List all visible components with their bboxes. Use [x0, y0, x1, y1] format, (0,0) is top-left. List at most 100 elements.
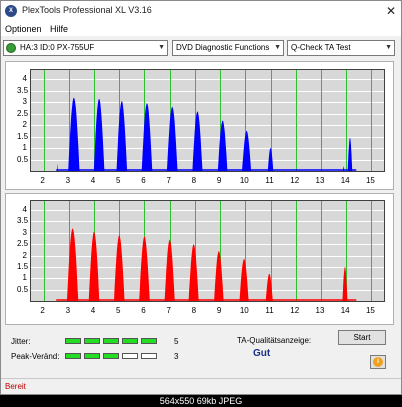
menu-hilfe[interactable]: Hilfe: [50, 24, 68, 34]
x-tick-label: 9: [216, 306, 222, 315]
status-text: Bereit: [5, 382, 26, 391]
image-caption: 564x550 69kb JPEG: [0, 395, 402, 407]
x-tick-label: 13: [315, 306, 325, 315]
y-tick-label: 3.5: [17, 216, 29, 226]
y-tick-label: 4: [22, 205, 27, 215]
quality-label: TA-Qualitätsanzeige:: [237, 336, 312, 345]
application-window: X PlexTools Professional XL V3.16 ✕ Opti…: [0, 0, 402, 395]
jitter-label: Jitter:: [11, 337, 31, 346]
x-tick-label: 3: [65, 176, 71, 185]
y-tick-label: 0.5: [17, 154, 29, 164]
meter-segment: [84, 338, 100, 344]
meter-segment: [122, 338, 138, 344]
x-tick-label: 6: [141, 176, 146, 185]
meter-segment: [122, 353, 138, 359]
bar-group: [214, 251, 224, 301]
toolbar: HA:3 ID:0 PX-755UF ▼ DVD Diagnostic Func…: [1, 37, 401, 59]
drive-icon: [6, 43, 16, 53]
x-tick-label: 10: [239, 306, 249, 315]
x-tick-label: 9: [216, 176, 222, 185]
x-tick-label: 15: [365, 306, 375, 315]
meter-segment: [103, 338, 119, 344]
lower-chart-panel: 0.5 1 1.5 2 2.5 3 3.5 4 2 3 4 5 6 7 8 9 10 11 12 13 14 15: [5, 193, 394, 325]
jitter-value: 5: [174, 337, 179, 346]
y-tick-label: 3: [22, 227, 27, 237]
meter-segment: [65, 353, 81, 359]
bar-group: [217, 120, 228, 171]
start-button[interactable]: Start: [338, 330, 386, 345]
meter-segment: [65, 338, 81, 344]
bar-group: [265, 273, 273, 301]
bar-group: [242, 130, 252, 171]
bar-group: [93, 98, 105, 171]
chart-series: [56, 97, 357, 171]
bar-group: [139, 236, 150, 301]
status-bar: Bereit: [1, 378, 401, 394]
app-icon: X: [5, 5, 17, 17]
chevron-down-icon: ▼: [158, 44, 165, 51]
bar-group: [114, 235, 125, 301]
function-select-value: DVD Diagnostic Functions: [176, 43, 270, 52]
bar-group: [66, 228, 79, 301]
chevron-down-icon: ▼: [385, 44, 392, 51]
bar-group: [88, 231, 100, 301]
bar-group: [192, 111, 203, 171]
bar-group: [68, 97, 80, 171]
x-tick-label: 8: [191, 176, 197, 185]
y-tick-label: 3.5: [17, 85, 29, 95]
x-tick-label: 11: [265, 176, 274, 185]
title-bar: X PlexTools Professional XL V3.16 ✕: [1, 1, 401, 22]
x-tick-label: 2: [40, 306, 45, 315]
drive-select-value: HA:3 ID:0 PX-755UF: [20, 43, 95, 52]
y-tick-label: 4: [22, 74, 27, 84]
bar-group: [164, 239, 175, 301]
bar-group: [188, 244, 199, 301]
x-tick-label: 2: [40, 176, 45, 185]
bar-group: [343, 166, 345, 171]
info-button[interactable]: i: [370, 355, 386, 369]
peak-value: 3: [174, 352, 179, 361]
upper-chart-panel: 0.5 1 1.5 2 2.5 3 3.5 4 2 3 4 5 6 7 8 9 10 11 12 13 14 15: [5, 61, 394, 190]
x-tick-label: 10: [239, 176, 249, 185]
x-tick-label: 12: [290, 176, 300, 185]
x-tick-label: 5: [116, 306, 121, 315]
y-tick-label: 0.5: [17, 284, 29, 294]
y-tick-label: 1.5: [17, 261, 29, 271]
meter-segment: [141, 353, 157, 359]
bar-group: [141, 103, 153, 171]
bar-group: [116, 101, 128, 171]
function-select[interactable]: DVD Diagnostic Functions ▼: [172, 40, 284, 56]
y-tick-label: 1.5: [17, 131, 29, 141]
x-tick-label: 4: [90, 306, 96, 315]
x-tick-label: 7: [166, 176, 171, 185]
bar-group: [347, 137, 353, 171]
x-tick-label: 4: [90, 176, 96, 185]
x-tick-label: 3: [65, 306, 71, 315]
quality-value: Gut: [253, 348, 271, 359]
x-tick-label: 7: [166, 306, 171, 315]
x-tick-label: 11: [265, 306, 274, 315]
info-icon: i: [373, 357, 383, 367]
bar-group: [239, 259, 249, 301]
x-tick-label: 14: [340, 306, 350, 315]
chevron-down-icon: ▼: [274, 44, 281, 51]
test-select[interactable]: Q-Check TA Test ▼: [287, 40, 395, 56]
y-tick-label: 1: [22, 273, 27, 283]
menu-optionen[interactable]: Optionen: [5, 24, 42, 34]
y-tick-label: 3: [22, 97, 27, 107]
menu-bar: Optionen Hilfe: [1, 22, 401, 36]
test-select-value: Q-Check TA Test: [291, 43, 351, 52]
x-tick-label: 14: [340, 176, 350, 185]
drive-select[interactable]: HA:3 ID:0 PX-755UF ▼: [3, 40, 168, 56]
upper-chart-plot: [30, 69, 385, 172]
bar-group: [342, 266, 348, 301]
close-icon[interactable]: ✕: [386, 4, 396, 18]
y-tick-label: 2: [22, 120, 27, 130]
meter-segment: [103, 353, 119, 359]
lower-chart-plot: [30, 200, 385, 302]
x-tick-label: 13: [315, 176, 325, 185]
bar-group: [267, 148, 274, 171]
window-title: PlexTools Professional XL V3.16: [22, 5, 152, 15]
x-tick-label: 12: [290, 306, 300, 315]
y-tick-label: 1: [22, 143, 27, 153]
